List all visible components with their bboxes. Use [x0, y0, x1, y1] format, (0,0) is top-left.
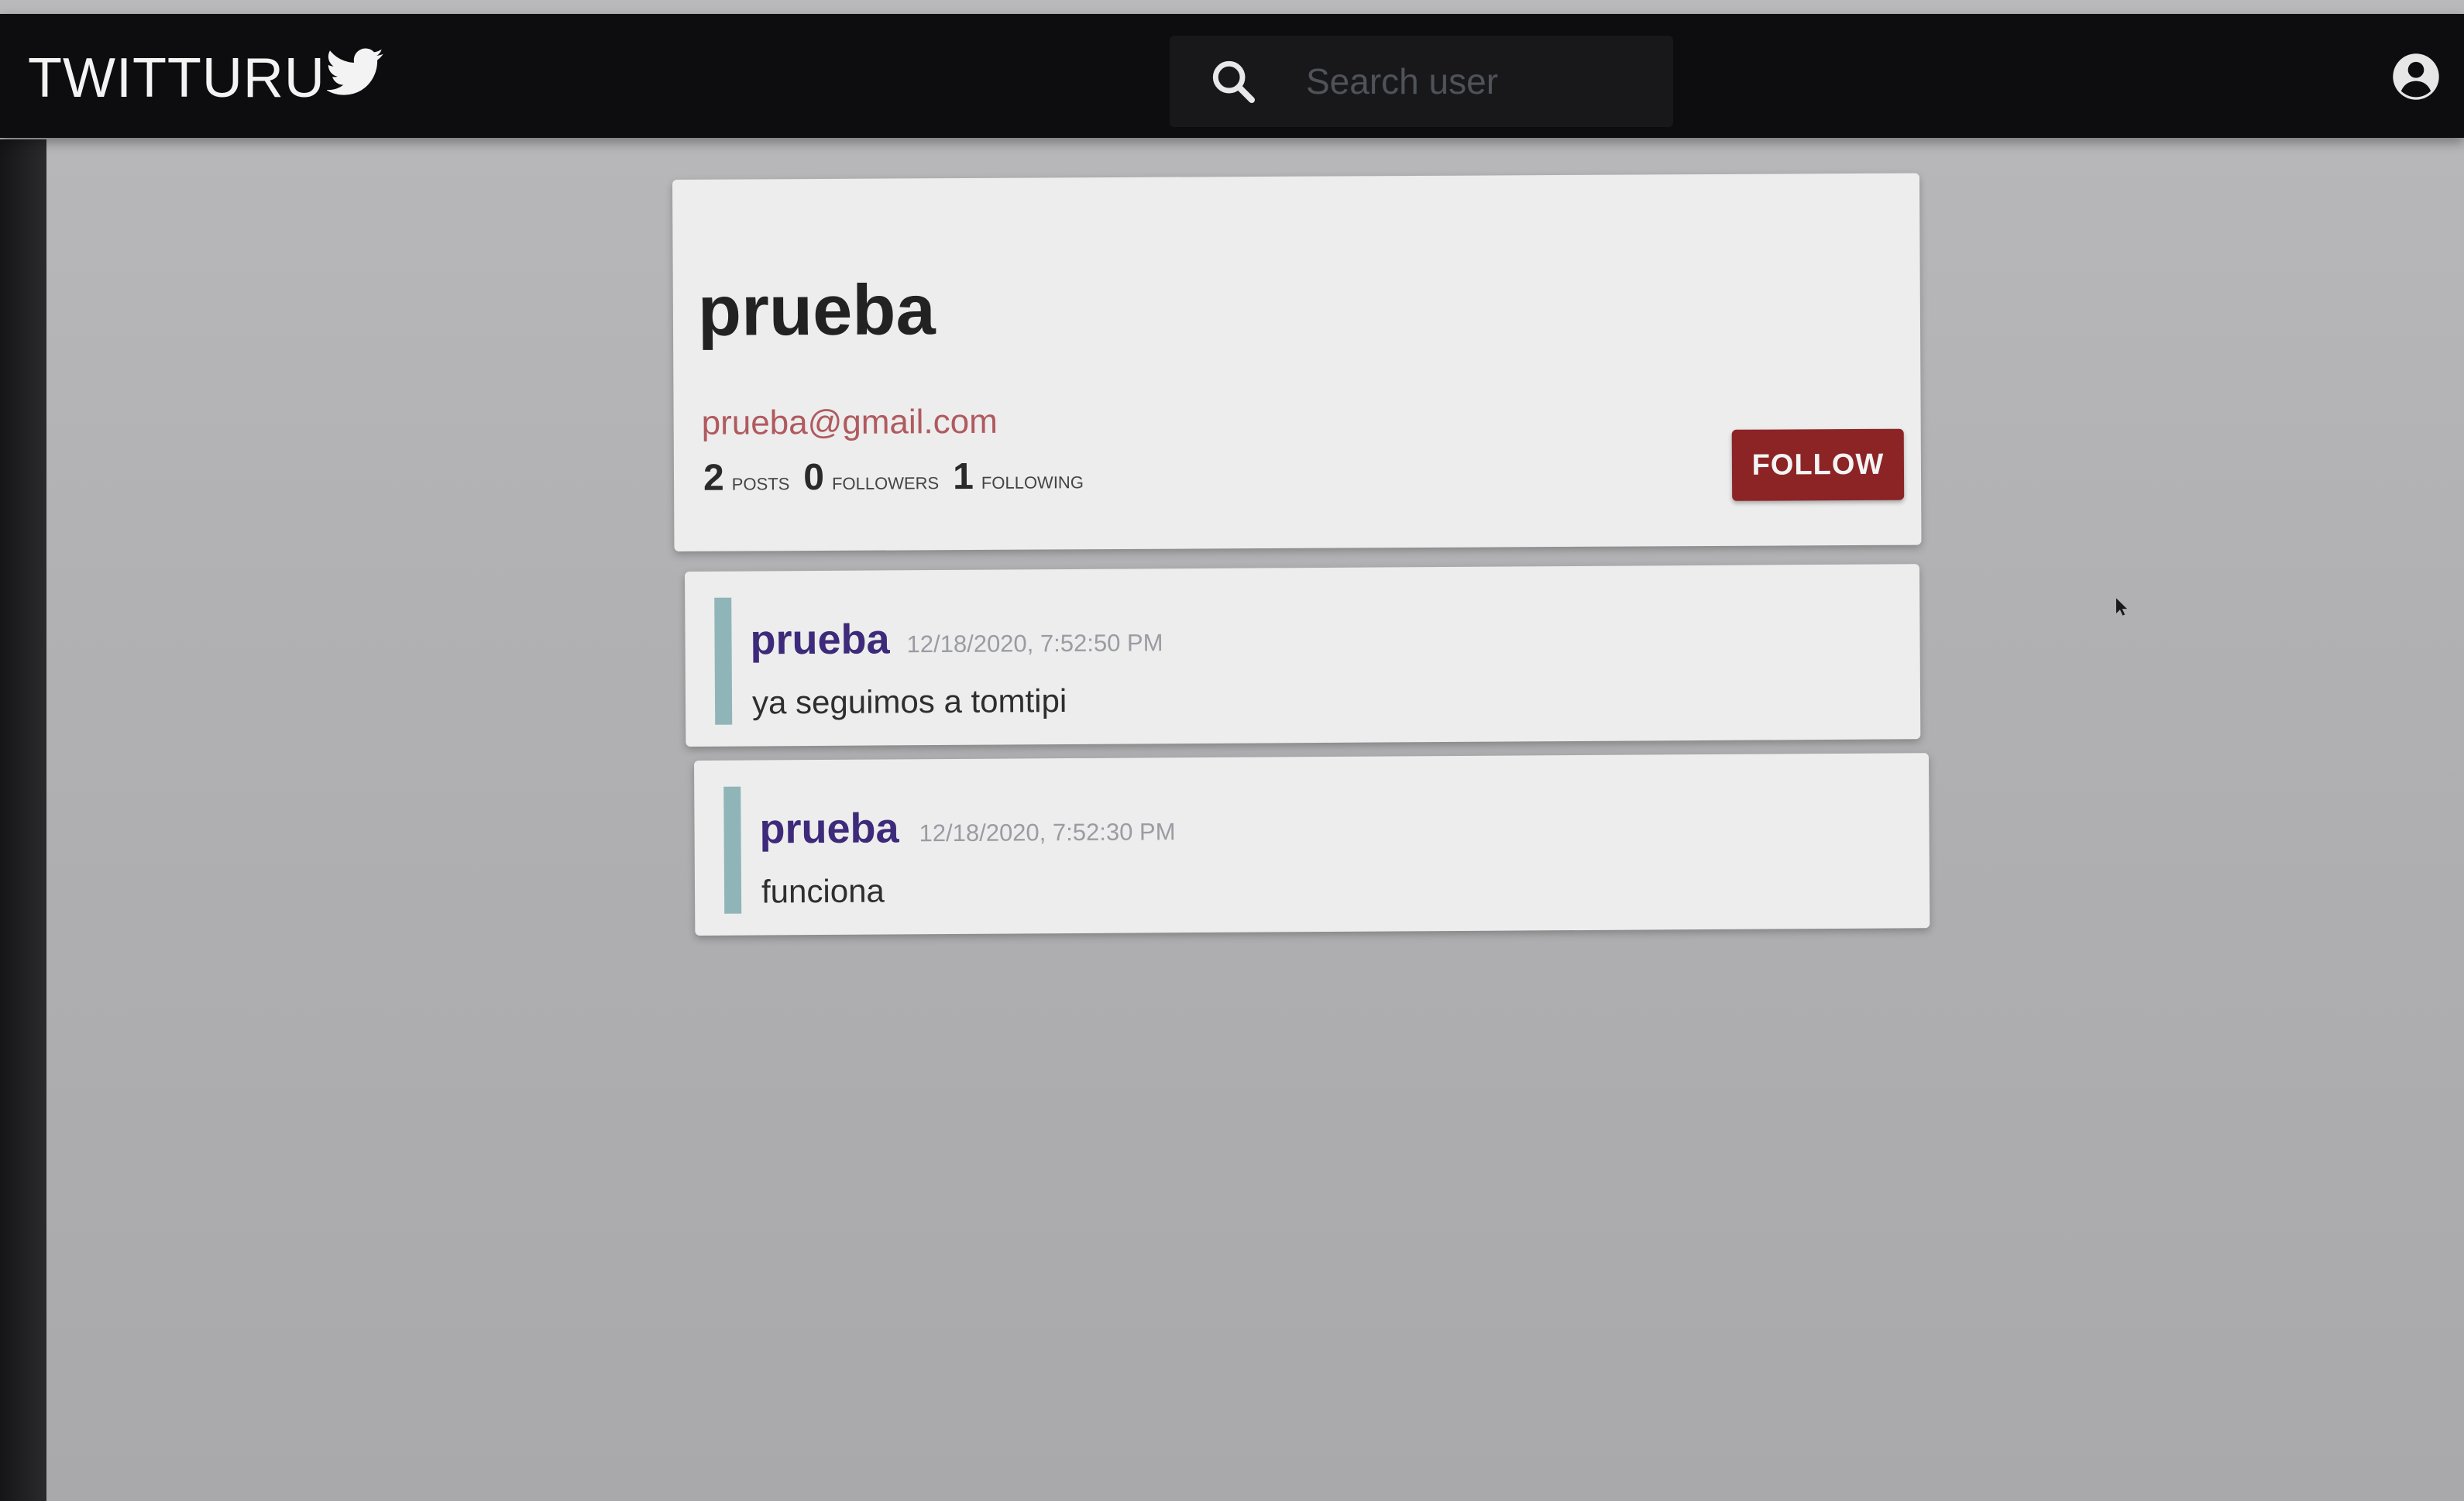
post-timestamp: 12/18/2020, 7:52:50 PM: [906, 629, 1163, 658]
posts-label: POSTS: [731, 474, 790, 494]
profile-stats: 2 POSTS 0 FOLLOWERS 1 FOLLOWING: [703, 455, 1098, 500]
followers-count: 0: [803, 456, 825, 499]
following-count: 1: [952, 455, 974, 498]
search-input[interactable]: [1304, 50, 1648, 113]
post-author[interactable]: prueba: [759, 804, 899, 853]
post-accent-bar: [723, 786, 742, 914]
bird-icon: [326, 48, 383, 95]
search-icon[interactable]: [1208, 57, 1258, 106]
brand-name: TWITTURU: [28, 47, 325, 109]
follow-button[interactable]: FOLLOW: [1731, 428, 1905, 501]
top-navbar: TWITTURU: [0, 14, 2464, 138]
post-card: prueba 12/18/2020, 7:52:50 PM ya seguimo…: [685, 564, 1921, 747]
profile-name: prueba: [697, 270, 936, 351]
followers-label: FOLLOWERS: [831, 473, 940, 493]
post-accent-bar: [714, 597, 733, 725]
post-author[interactable]: prueba: [750, 615, 889, 664]
post-text: funciona: [761, 872, 885, 910]
account-icon[interactable]: [2392, 53, 2440, 101]
post-card: prueba 12/18/2020, 7:52:30 PM funciona: [694, 753, 1930, 936]
profile-card: prueba prueba@gmail.com 2 POSTS 0 FOLLOW…: [672, 173, 1922, 551]
following-label: FOLLOWING: [981, 472, 1084, 493]
post-timestamp: 12/18/2020, 7:52:30 PM: [919, 818, 1176, 847]
app-screen: TWITTURU prueba prueba@gmail.com 2 POSTS…: [0, 0, 2464, 1501]
posts-count: 2: [703, 457, 724, 499]
monitor-bezel-left: [0, 139, 46, 1501]
search-bar: [1170, 36, 1673, 127]
profile-email: prueba@gmail.com: [701, 402, 998, 442]
mouse-pointer-icon: [2116, 598, 2127, 616]
brand-logo[interactable]: TWITTURU: [28, 46, 384, 110]
post-text: ya seguimos a tomtipi: [751, 682, 1067, 721]
